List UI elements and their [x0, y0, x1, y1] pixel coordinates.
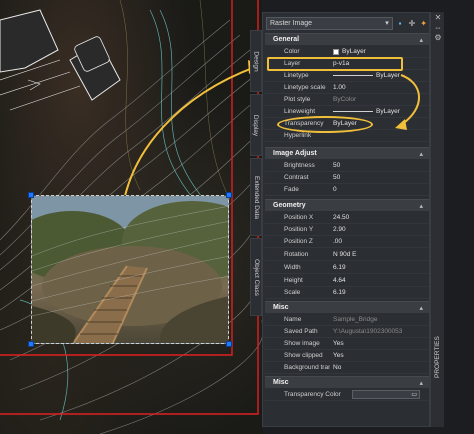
transparency-highlight-oval: [277, 116, 373, 133]
section-general[interactable]: General ▴: [265, 33, 429, 45]
grip-top-left[interactable]: [28, 192, 34, 198]
prop-row-width[interactable]: Width 6.19: [265, 262, 429, 274]
select-objects-icon[interactable]: ✛: [407, 19, 416, 28]
collapse-arrow-icon: ▴: [419, 150, 423, 158]
tab-extended-data[interactable]: Extended Data: [250, 158, 262, 236]
close-icon[interactable]: ✕: [431, 12, 445, 22]
prop-row-height[interactable]: Height 4.64: [265, 275, 429, 287]
chevron-down-icon: ▾: [385, 20, 389, 27]
collapse-arrow-icon: ▴: [419, 202, 423, 210]
tab-design[interactable]: Design: [250, 30, 262, 92]
prop-row-contrast[interactable]: Contrast 50: [265, 172, 429, 184]
prop-row-scale[interactable]: Scale 6.19: [265, 287, 429, 299]
section-geometry[interactable]: Geometry ▴: [265, 199, 429, 211]
section-misc[interactable]: Misc ▴: [265, 301, 429, 313]
drawing-canvas[interactable]: [0, 0, 262, 434]
toggle-pickadd-icon[interactable]: ✦: [419, 19, 428, 28]
properties-side-label: PROPERTIES: [434, 336, 441, 378]
prop-row-fade[interactable]: Fade 0: [265, 184, 429, 196]
prop-row-rotation[interactable]: Rotation N 90d E: [265, 249, 429, 261]
raster-overlay-contours: [32, 206, 228, 317]
prop-row-position-y[interactable]: Position Y 2.90: [265, 224, 429, 236]
properties-panel: Raster Image ▾ ▪ ✛ ✦ General ▴ Color ByLa…: [262, 12, 430, 427]
color-swatch-icon: [333, 48, 339, 55]
object-type-selector[interactable]: Raster Image ▾: [266, 16, 393, 30]
callout-arrow: [121, 66, 256, 213]
collapse-arrow-icon: ▴: [419, 36, 423, 44]
lineweight-sample: [333, 111, 373, 112]
prop-row-background-transparency[interactable]: Background trans... No: [265, 362, 429, 374]
transparency-color-field[interactable]: ▭: [352, 390, 420, 399]
tab-object-class[interactable]: Object Class: [250, 238, 262, 316]
section-misc-2[interactable]: Misc ▴: [265, 376, 429, 388]
object-type-value: Raster Image: [270, 19, 313, 27]
prop-row-brightness[interactable]: Brightness 50: [265, 160, 429, 172]
prop-row-show-clipped[interactable]: Show clipped Yes: [265, 350, 429, 362]
prop-row-position-x[interactable]: Position X 24.50: [265, 212, 429, 224]
prop-row-show-image[interactable]: Show image Yes: [265, 338, 429, 350]
raster-image-bridge[interactable]: [31, 195, 229, 344]
gear-icon[interactable]: ⚙: [431, 32, 445, 42]
prop-row-transparency-color[interactable]: Transparency Color ▭: [265, 389, 429, 401]
collapse-arrow-icon: ▴: [419, 304, 423, 312]
pin-icon[interactable]: ⇔: [431, 22, 445, 32]
grip-bottom-right[interactable]: [226, 341, 232, 347]
layer-highlight-box: [267, 57, 403, 71]
panel-toolbar: Raster Image ▾ ▪ ✛ ✦: [266, 16, 428, 30]
prop-row-position-z[interactable]: Position Z .00: [265, 236, 429, 248]
prop-row-saved-path[interactable]: Saved Path Y:\Augusta\1902300053: [265, 326, 429, 338]
tab-display[interactable]: Display: [250, 94, 262, 156]
linetype-sample: [333, 75, 373, 76]
quick-select-icon[interactable]: ▪: [396, 19, 405, 28]
prop-row-name[interactable]: Name Sample_Bridge: [265, 314, 429, 326]
transparency-callout-arrow: [395, 74, 420, 130]
grip-top-right[interactable]: [226, 192, 232, 198]
ellipsis-icon[interactable]: ▭: [411, 391, 417, 398]
grip-bottom-left[interactable]: [28, 341, 34, 347]
collapse-arrow-icon: ▴: [419, 379, 423, 387]
section-image-adjust[interactable]: Image Adjust ▴: [265, 147, 429, 159]
